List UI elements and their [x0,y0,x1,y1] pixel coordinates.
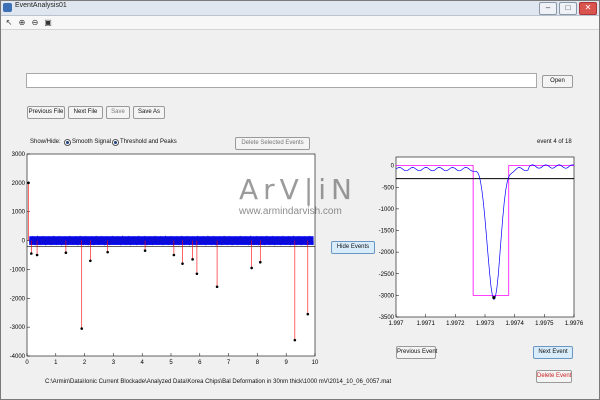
x-tick-label: 2 [83,360,87,366]
x-tick-label: 3 [112,360,116,366]
smooth-signal-radio[interactable] [64,139,71,146]
event-peak-marker [215,285,219,289]
threshold-peaks-radio[interactable] [112,139,119,146]
event-peak-marker [106,250,109,254]
file-path-input[interactable] [26,73,537,88]
y-tick-label: -500 [382,185,395,191]
x-tick-label: 10 [312,360,319,366]
arrow-icon[interactable]: ↖ [4,18,14,28]
x-tick-label: 1 [54,360,58,366]
save-icon[interactable]: ▣ [43,18,53,28]
x-tick-label: 1.9971 [416,321,435,327]
y-tick-label: -1500 [379,229,395,235]
y-tick-label: -2500 [379,272,395,278]
close-button[interactable]: ✕ [579,2,597,15]
x-tick-label: 1.9976 [565,321,584,327]
x-tick-label: 0 [25,360,29,366]
event-peak-marker [306,312,310,316]
maximize-button[interactable]: □ [559,2,577,15]
y-tick-label: -4000 [10,354,26,360]
previous-event-button[interactable]: Previous Event [396,346,437,359]
event-peak-marker [35,253,39,257]
x-tick-label: 1.9972 [446,321,465,327]
event-peak-marker [80,327,84,330]
zoom-out-icon[interactable]: ⊖ [30,18,40,28]
title-bar: EventAnalysis01 – □ ✕ [1,1,599,16]
x-tick-label: 7 [227,360,231,366]
event-peak-marker [27,181,30,185]
event-peak-marker [64,251,68,254]
event-zoom-plot[interactable]: 0-500-1000-1500-2000-2500-3000-35001.997… [366,149,586,339]
event-peak-marker [181,262,184,265]
y-tick-label: 0 [22,239,26,245]
event-peak-marker [30,252,33,255]
watermark-url: www.armindarvish.com [239,206,342,217]
y-tick-label: -1000 [10,267,26,273]
x-tick-label: 6 [198,360,202,366]
x-tick-label: 9 [285,360,289,366]
event-peak-marker [293,338,297,342]
x-tick-label: 1.9973 [476,321,495,327]
x-tick-label: 1.9975 [535,321,554,327]
watermark-logo: ArV|iN [239,173,357,206]
event-peak-marker [258,260,262,264]
y-tick-label: -1000 [379,207,395,213]
zoom-in-icon[interactable]: ⊕ [17,18,27,28]
event-peak-marker [191,258,194,261]
y-tick-label: -3000 [10,325,26,331]
x-tick-label: 8 [256,360,260,366]
threshold-peaks-label: Threshold and Peaks [120,139,177,145]
x-tick-label: 5 [169,360,173,366]
y-tick-label: -2000 [10,296,26,302]
event-peak-marker [250,266,253,270]
event-peak-marker [172,253,176,257]
app-window: EventAnalysis01 – □ ✕ ↖ ⊕ ⊖ ▣ Open Previ… [0,0,600,400]
show-hide-label: Show/Hide: [30,139,61,145]
delete-event-button[interactable]: Delete Event [536,370,572,383]
minimize-button[interactable]: – [539,2,557,15]
x-tick-label: 4 [141,360,145,366]
x-tick-label: 1.997 [388,321,404,327]
smooth-signal-label: Smooth Signal [72,139,112,145]
event-peak-marker [195,272,199,276]
next-event-button[interactable]: Next Event [533,346,573,359]
event-peak-marker [492,295,496,300]
y-tick-label: 2000 [12,181,26,187]
y-tick-label: -3000 [379,293,395,299]
event-peak-marker [143,249,147,252]
event-counter: event 4 of 18 [537,139,572,145]
window-title: EventAnalysis01 [15,2,67,9]
y-tick-label: 1000 [12,210,26,216]
previous-file-button[interactable]: Previous File [27,106,65,119]
open-button[interactable]: Open [542,75,573,88]
save-as-button[interactable]: Save As [133,106,165,119]
save-button[interactable]: Save [106,106,130,119]
event-peak-marker [89,259,92,263]
y-tick-label: 0 [391,164,395,170]
y-tick-label: 3000 [12,152,26,158]
file-path-label: C:\Armin\Data\Ionic Current Blockade\Ana… [45,379,392,385]
y-tick-label: -2000 [379,250,395,256]
matlab-app-icon [3,3,12,12]
event-plot-area [395,156,575,318]
next-file-button[interactable]: Next File [68,106,103,119]
figure-toolbar: ↖ ⊕ ⊖ ▣ [1,16,599,30]
x-tick-label: 1.9974 [505,321,524,327]
